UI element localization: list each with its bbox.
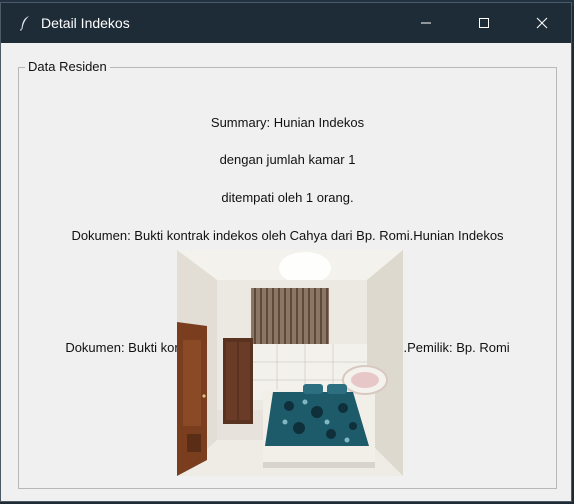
title-bar[interactable]: Detail Indekos <box>1 3 571 43</box>
window-title: Detail Indekos <box>41 15 130 31</box>
close-button[interactable] <box>513 3 571 43</box>
feather-icon <box>17 15 33 31</box>
maximize-button[interactable] <box>455 3 513 43</box>
summary-line: Summary: Hunian Indekos <box>210 114 365 130</box>
minimize-button[interactable] <box>397 3 455 43</box>
summary-line: ditempati oleh 1 orang. <box>221 189 354 205</box>
frame-legend: Data Residen <box>25 59 110 75</box>
close-icon <box>536 14 548 33</box>
summary-line: dengan jumlah kamar 1 <box>219 152 356 168</box>
maximize-icon <box>478 14 490 33</box>
resident-data-frame: Data Residen Summary: Hunian Indekos den… <box>18 59 557 489</box>
caption-buttons <box>397 3 571 43</box>
minimize-icon <box>420 14 432 33</box>
detail-window: Detail Indekos Data Residen Summary: Hun… <box>0 2 572 502</box>
room-photo <box>177 250 403 476</box>
summary-line: Dokumen: Bukti kontrak indekos oleh Cahy… <box>71 227 504 243</box>
